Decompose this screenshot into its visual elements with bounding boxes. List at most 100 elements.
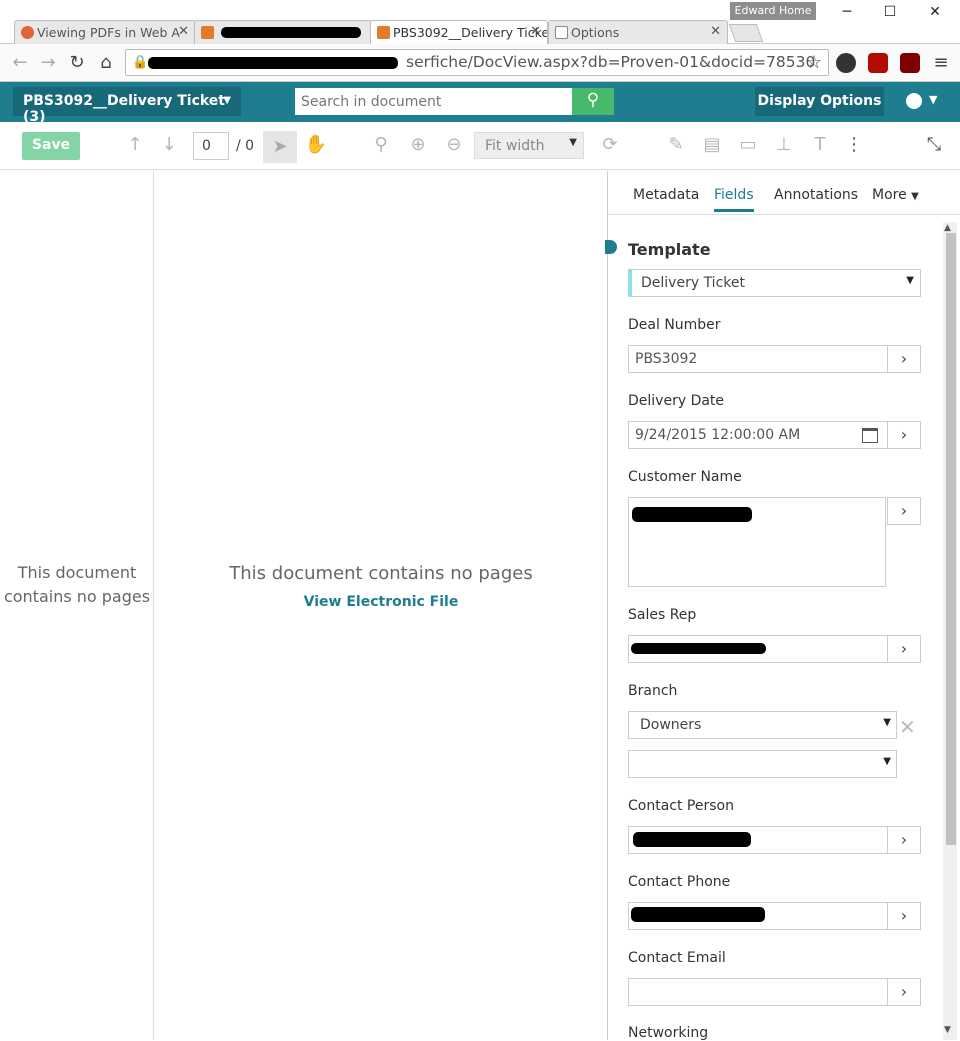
- chevron-right-icon: ›: [900, 349, 908, 368]
- zoom-select[interactable]: Fit width ▼: [474, 132, 584, 159]
- scroll-up-icon[interactable]: ▲: [944, 223, 951, 233]
- tab-fields[interactable]: Fields: [714, 187, 754, 212]
- page-number-input[interactable]: 0: [193, 132, 229, 160]
- close-icon[interactable]: ✕: [530, 24, 541, 39]
- contact-person-field[interactable]: [628, 826, 888, 854]
- caret-down-icon: ▼: [883, 756, 891, 767]
- zoom-in-icon[interactable]: ⊕: [406, 134, 430, 155]
- branch-select[interactable]: Downers ▼: [628, 711, 897, 739]
- delivery-date-field[interactable]: 9/24/2015 12:00:00 AM: [628, 421, 888, 449]
- contact-person-label: Contact Person: [628, 798, 734, 814]
- redaction-bar: [631, 907, 765, 922]
- calendar-icon[interactable]: [862, 428, 878, 443]
- chevron-right-icon: ›: [900, 906, 908, 925]
- sales-rep-expand-button[interactable]: ›: [887, 635, 921, 663]
- forward-icon[interactable]: →: [37, 52, 59, 73]
- contact-phone-expand-button[interactable]: ›: [887, 902, 921, 930]
- redact-tool-icon[interactable]: ▤: [700, 134, 724, 155]
- sticky-note-icon[interactable]: ▭: [736, 134, 760, 155]
- search-input[interactable]: [295, 88, 572, 115]
- caret-down-icon: ▼: [883, 717, 891, 728]
- browser-tab-redacted[interactable]: [194, 20, 372, 44]
- scrollbar-thumb[interactable]: [946, 233, 956, 845]
- close-icon[interactable]: ✕: [710, 24, 721, 39]
- arrow-down-icon[interactable]: ↓: [157, 134, 181, 155]
- address-bar[interactable]: 🔒 serfiche/DocView.aspx?db=Proven-01&doc…: [125, 49, 829, 76]
- menu-icon[interactable]: ≡: [930, 52, 952, 73]
- redaction-bar: [633, 832, 751, 847]
- document-title-dropdown[interactable]: PBS3092__Delivery Ticket (3) ▼: [13, 87, 241, 125]
- window-close-icon[interactable]: ✕: [920, 4, 950, 20]
- deal-number-field[interactable]: PBS3092: [628, 345, 888, 373]
- browser-tab-delivery-ticket[interactable]: PBS3092__Delivery Ticke ✕: [370, 20, 548, 45]
- reload-icon[interactable]: ↻: [66, 52, 88, 73]
- caret-down-icon: ▼: [569, 137, 577, 148]
- search-icon: ⚲: [586, 90, 600, 110]
- caret-down-icon: ▼: [223, 95, 231, 106]
- contact-email-field[interactable]: [628, 978, 888, 1006]
- rotate-icon[interactable]: ⟳: [598, 134, 622, 155]
- contact-phone-field[interactable]: [628, 902, 888, 930]
- home-icon[interactable]: ⌂: [95, 52, 117, 73]
- customer-name-field[interactable]: [628, 497, 886, 587]
- sales-rep-field[interactable]: [628, 635, 888, 663]
- caret-down-icon: ▼: [911, 191, 919, 202]
- remove-value-icon[interactable]: ✕: [899, 715, 916, 739]
- pointer-tool-button[interactable]: ➤: [263, 131, 297, 163]
- view-electronic-file-link[interactable]: View Electronic File: [155, 594, 607, 610]
- back-icon[interactable]: ←: [9, 52, 31, 73]
- search-button[interactable]: ⚲: [572, 88, 614, 115]
- chevron-right-icon: ›: [900, 501, 908, 520]
- chevron-right-icon: ›: [900, 639, 908, 658]
- redaction-bar: [631, 643, 766, 654]
- zoom-out-icon[interactable]: ⊖: [442, 134, 466, 155]
- url-text: serfiche/DocView.aspx?db=Proven-01&docid…: [406, 53, 816, 71]
- chevron-right-icon: ›: [900, 982, 908, 1001]
- page-icon: [555, 26, 568, 39]
- template-select[interactable]: Delivery Ticket ▼: [628, 269, 921, 297]
- viewer-empty-message: This document contains no pages: [229, 563, 533, 584]
- stamp-icon[interactable]: ⊥: [772, 134, 796, 155]
- save-button[interactable]: Save: [22, 132, 80, 160]
- scroll-down-icon[interactable]: ▼: [944, 1025, 951, 1035]
- text-tool-icon[interactable]: T: [808, 134, 832, 155]
- caret-down-icon[interactable]: ▼: [929, 93, 937, 106]
- tab-metadata[interactable]: Metadata: [633, 187, 699, 203]
- branch-select-2[interactable]: ▼: [628, 750, 897, 778]
- contact-email-expand-button[interactable]: ›: [887, 978, 921, 1006]
- close-icon[interactable]: ✕: [178, 24, 189, 39]
- highlight-icon[interactable]: ✎: [664, 134, 688, 155]
- more-vertical-icon[interactable]: ⋮: [842, 134, 866, 155]
- tab-annotations[interactable]: Annotations: [774, 187, 858, 203]
- tab-favicon: [201, 26, 214, 39]
- caret-down-icon: ▼: [906, 275, 914, 286]
- hand-icon[interactable]: ✋: [304, 134, 328, 155]
- customer-name-expand-button[interactable]: ›: [887, 497, 921, 525]
- expand-icon[interactable]: ⤡: [922, 134, 946, 155]
- contact-person-expand-button[interactable]: ›: [887, 826, 921, 854]
- arrow-up-icon[interactable]: ↑: [123, 134, 147, 155]
- browser-toolbar: ← → ↻ ⌂ 🔒 serfiche/DocView.aspx?db=Prove…: [0, 44, 960, 82]
- minimize-icon[interactable]: ─: [832, 4, 862, 20]
- deal-number-label: Deal Number: [628, 317, 721, 333]
- bookmark-star-icon[interactable]: ☆: [803, 52, 825, 73]
- pdf-extension-icon[interactable]: [868, 53, 888, 73]
- ublock-icon[interactable]: [900, 53, 920, 73]
- new-tab-button[interactable]: [728, 24, 764, 42]
- branch-value: Downers: [640, 717, 702, 733]
- browser-tab-options[interactable]: Options ✕: [548, 20, 728, 44]
- extension-icon[interactable]: [836, 53, 856, 73]
- branch-label: Branch: [628, 683, 678, 699]
- delivery-date-expand-button[interactable]: ›: [887, 421, 921, 449]
- profile-badge[interactable]: Edward Home: [730, 2, 816, 20]
- display-options-button[interactable]: Display Options: [755, 87, 884, 116]
- tab-more[interactable]: More ▼: [872, 187, 919, 203]
- tab-title: Options: [571, 25, 620, 40]
- maximize-icon[interactable]: ☐: [875, 4, 905, 20]
- browser-tab-viewing-pdfs[interactable]: Viewing PDFs in Web A ✕: [14, 20, 196, 44]
- tab-more-label: More: [872, 187, 907, 203]
- deal-number-expand-button[interactable]: ›: [887, 345, 921, 373]
- tab-title: PBS3092__Delivery Ticke: [393, 25, 548, 40]
- user-icon[interactable]: [906, 93, 922, 109]
- zoom-search-icon[interactable]: ⚲: [369, 134, 393, 155]
